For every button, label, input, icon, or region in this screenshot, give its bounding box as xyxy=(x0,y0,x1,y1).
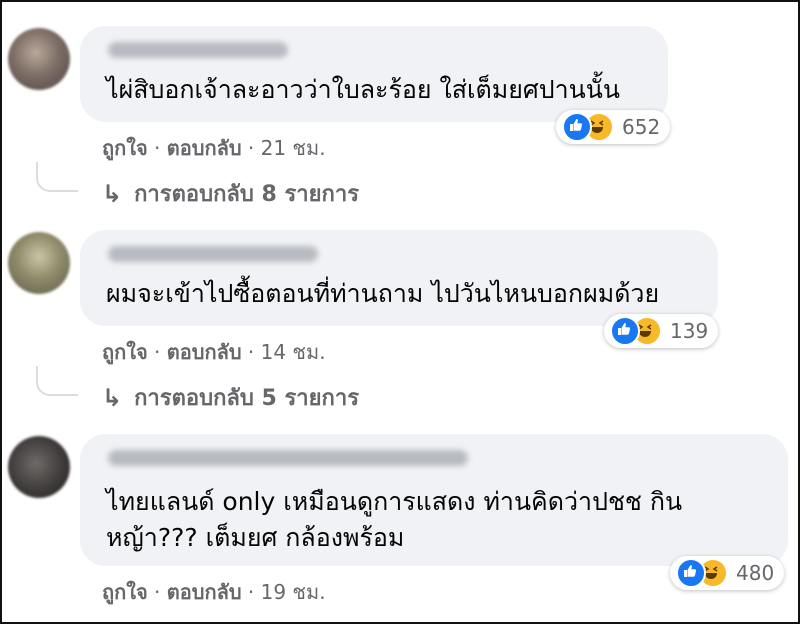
reply-arrow-icon: ↳ xyxy=(102,383,123,412)
author-name-redacted xyxy=(108,450,468,466)
replies-label: การตอบกลับ 8 รายการ xyxy=(134,182,360,207)
comment-bubble: ไผ่สิบอกเจ้าละอาวว่าใบละร้อย ใส่เต็มยศปา… xyxy=(80,26,668,122)
comment-text: ไทยแลนด์ only เหมือนดูการแสดง ท่านคิดว่า… xyxy=(106,484,768,556)
comment-text: ผมจะเข้าไปซื้อตอนที่ท่านถาม ไปวันไหนบอกผ… xyxy=(106,279,660,308)
view-replies-button[interactable]: ↳ การตอบกลับ 8 รายการ xyxy=(102,176,359,211)
like-icon xyxy=(676,558,706,588)
author-name-redacted xyxy=(108,42,288,58)
separator: · xyxy=(241,340,261,364)
like-link[interactable]: ถูกใจ xyxy=(102,580,148,604)
like-link[interactable]: ถูกใจ xyxy=(102,136,148,160)
like-icon xyxy=(610,316,640,346)
avatar[interactable] xyxy=(8,232,70,294)
comment-2: ผมจะเข้าไปซื้อตอนที่ท่านถาม ไปวันไหนบอกผ… xyxy=(0,226,800,416)
view-replies-button[interactable]: ↳ การตอบกลับ 5 รายการ xyxy=(102,380,359,415)
like-icon xyxy=(562,112,592,142)
thread-connector xyxy=(36,162,78,192)
comment-actions: ถูกใจ · ตอบกลับ · 19 ชม. xyxy=(102,576,326,608)
reaction-summary[interactable]: 139 xyxy=(604,314,719,348)
timestamp[interactable]: 19 ชม. xyxy=(261,580,326,604)
separator: · xyxy=(147,136,167,160)
separator: · xyxy=(241,580,261,604)
comment-bubble: ไทยแลนด์ only เหมือนดูการแสดง ท่านคิดว่า… xyxy=(80,434,788,566)
separator: · xyxy=(241,136,261,160)
like-link[interactable]: ถูกใจ xyxy=(102,340,148,364)
timestamp[interactable]: 14 ชม. xyxy=(261,340,326,364)
comment-1: ไผ่สิบอกเจ้าละอาวว่าใบละร้อย ใส่เต็มยศปา… xyxy=(0,22,800,212)
comment-text-line: ไทยแลนด์ only เหมือนดูการแสดง ท่านคิดว่า… xyxy=(106,487,683,516)
comment-bubble: ผมจะเข้าไปซื้อตอนที่ท่านถาม ไปวันไหนบอกผ… xyxy=(80,230,718,326)
author-name-redacted xyxy=(108,246,318,262)
replies-label: การตอบกลับ 5 รายการ xyxy=(134,386,360,411)
avatar[interactable] xyxy=(8,436,70,498)
thread-connector xyxy=(36,366,78,396)
avatar[interactable] xyxy=(8,28,70,90)
reply-link[interactable]: ตอบกลับ xyxy=(167,136,242,160)
reply-link[interactable]: ตอบกลับ xyxy=(167,340,242,364)
reaction-count: 480 xyxy=(736,561,775,585)
reply-link[interactable]: ตอบกลับ xyxy=(167,580,242,604)
reaction-count: 652 xyxy=(622,115,661,139)
separator: · xyxy=(147,340,167,364)
separator: · xyxy=(147,580,167,604)
reaction-count: 139 xyxy=(670,319,709,343)
reaction-summary[interactable]: 480 xyxy=(670,556,785,590)
comment-actions: ถูกใจ · ตอบกลับ · 14 ชม. xyxy=(102,336,326,368)
timestamp[interactable]: 21 ชม. xyxy=(261,136,326,160)
comment-3: ไทยแลนด์ only เหมือนดูการแสดง ท่านคิดว่า… xyxy=(0,430,800,610)
reply-arrow-icon: ↳ xyxy=(102,179,123,208)
comment-text-line: หญ้า??? เต็มยศ กล้องพร้อม xyxy=(106,523,405,552)
comment-actions: ถูกใจ · ตอบกลับ · 21 ชม. xyxy=(102,132,326,164)
reaction-summary[interactable]: 652 xyxy=(556,110,671,144)
comment-text: ไผ่สิบอกเจ้าละอาวว่าใบละร้อย ใส่เต็มยศปา… xyxy=(106,75,620,104)
